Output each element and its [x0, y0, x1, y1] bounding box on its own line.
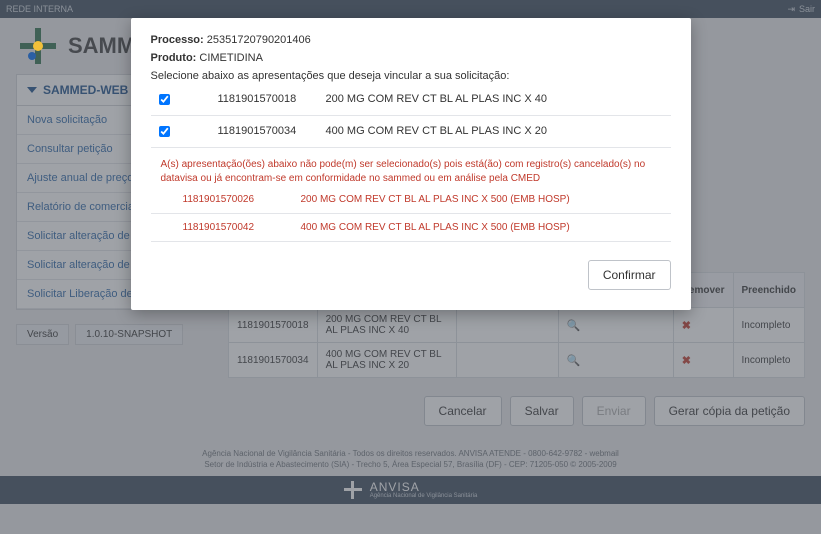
modal-overlay: Processo: 25351720790201406 Produto: CIM… [0, 0, 821, 534]
modal-row: 1181901570018 200 MG COM REV CT BL AL PL… [151, 88, 671, 111]
modal-warning: A(s) apresentação(ões) abaixo não pode(m… [161, 158, 671, 186]
row-code: 1181901570034 [198, 125, 298, 137]
modal-dialog: Processo: 25351720790201406 Produto: CIM… [131, 18, 691, 310]
modal-redrow: 1181901570042 400 MG COM REV CT BL AL PL… [151, 218, 671, 237]
row-checkbox[interactable] [159, 94, 170, 105]
confirm-button[interactable]: Confirmar [588, 260, 671, 290]
modal-instruction: Selecione abaixo as apresentações que de… [151, 70, 671, 82]
row-desc: 200 MG COM REV CT BL AL PLAS INC X 40 [326, 93, 671, 105]
modal-redrow: 1181901570026 200 MG COM REV CT BL AL PL… [151, 190, 671, 209]
row-desc: 400 MG COM REV CT BL AL PLAS INC X 20 [326, 125, 671, 137]
modal-row: 1181901570034 400 MG COM REV CT BL AL PL… [151, 120, 671, 143]
produto-value: CIMETIDINA [199, 52, 263, 64]
processo-value: 25351720790201406 [207, 34, 311, 46]
row-code: 1181901570018 [198, 93, 298, 105]
processo-label: Processo: [151, 34, 204, 46]
row-checkbox[interactable] [159, 126, 170, 137]
produto-label: Produto: [151, 52, 197, 64]
